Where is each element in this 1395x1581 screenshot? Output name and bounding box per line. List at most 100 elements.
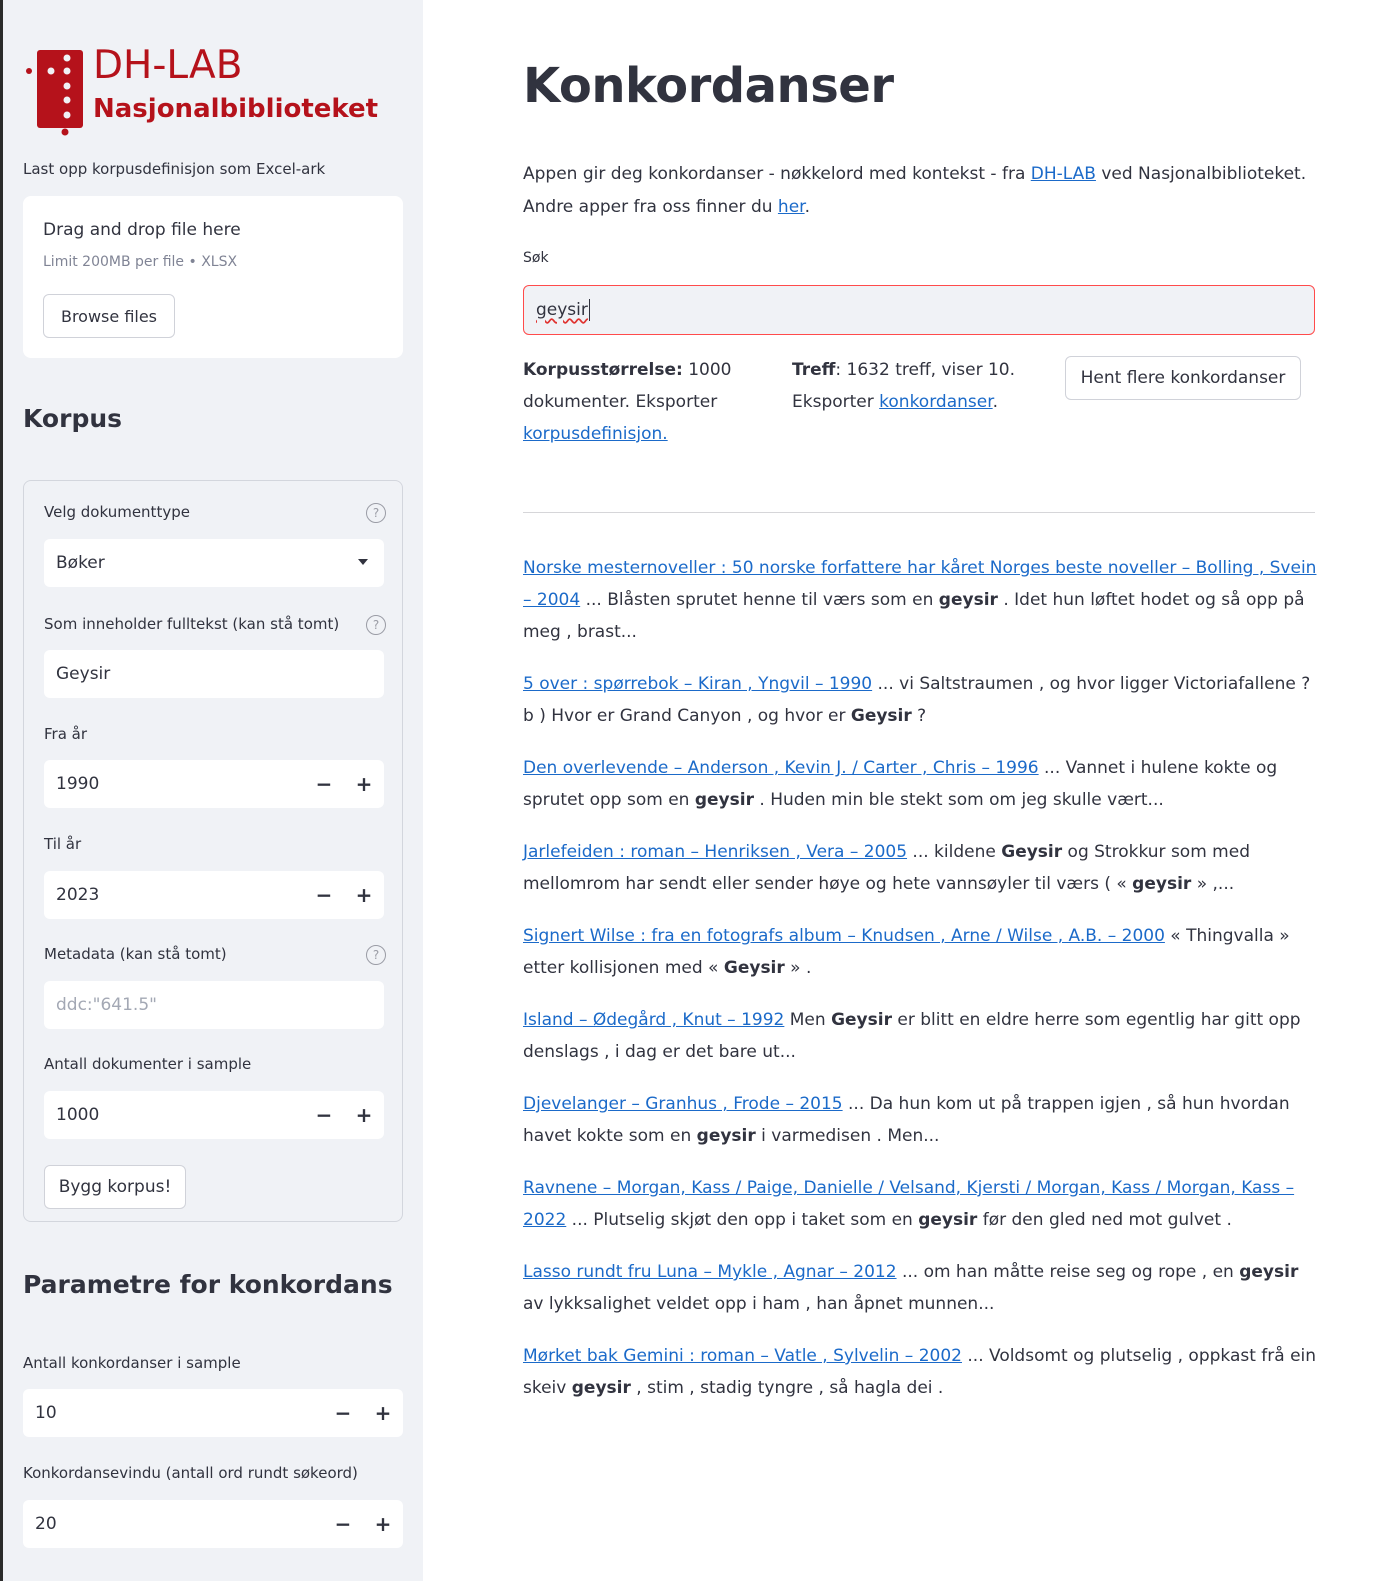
main-content: Konkordanser Appen gir deg konkordanser … (423, 0, 1395, 1581)
list-item: Djevelanger – Granhus , Frode – 2015 ...… (523, 1088, 1323, 1152)
result-post: » ,... (1191, 874, 1235, 894)
uploader-limit: Limit 200MB per file • XLSX (43, 254, 238, 270)
window-value: 20 (35, 1514, 57, 1534)
list-item: Ravnene – Morgan, Kass / Paige, Danielle… (523, 1172, 1323, 1236)
result-link[interactable]: Den overlevende – Anderson , Kevin J. / … (523, 758, 1039, 778)
plus-icon[interactable]: + (363, 1389, 403, 1437)
search-value: geysir (536, 300, 588, 320)
result-link[interactable]: Jarlefeiden : roman – Henriksen , Vera –… (523, 842, 907, 862)
metadata-label: Metadata (kan stå tomt) (44, 945, 227, 963)
search-input[interactable]: geysir (523, 285, 1315, 335)
ndocs-label: Antall dokumenter i sample (44, 1055, 252, 1073)
minus-icon[interactable]: − (323, 1500, 363, 1548)
corpus-size-label: Korpusstørrelse: (523, 360, 683, 380)
result-pre: ... Blåsten sprutet henne til værs som e… (580, 590, 939, 610)
fulltext-value: Geysir (56, 664, 111, 684)
result-post: , stim , stadig tyngre , så hagla dei . (630, 1378, 944, 1398)
intro-pre: Appen gir deg konkordanser - nøkkelord m… (523, 164, 1031, 184)
plus-icon[interactable]: + (344, 871, 384, 919)
korpus-heading: Korpus (23, 404, 123, 433)
minus-icon[interactable]: − (304, 871, 344, 919)
help-icon[interactable]: ? (366, 503, 386, 523)
result-link[interactable]: Island – Ødegård , Knut – 1992 (523, 1010, 784, 1030)
result-post: » . (784, 958, 812, 978)
fetch-more-button[interactable]: Hent flere konkordanser (1065, 356, 1301, 400)
result-keyword: geysir (918, 1210, 978, 1230)
params-heading: Parametre for konkordans (23, 1270, 393, 1299)
list-item: Den overlevende – Anderson , Kevin J. / … (523, 752, 1323, 816)
dh-lab-logo: DH-LAB Nasjonalbiblioteket (23, 44, 393, 136)
text-cursor (588, 299, 590, 321)
result-link[interactable]: Mørket bak Gemini : roman – Vatle , Sylv… (523, 1346, 962, 1366)
file-uploader[interactable]: Drag and drop file here Limit 200MB per … (23, 196, 403, 358)
ndocs-value: 1000 (56, 1105, 100, 1125)
result-post: av lykksalighet veldet opp i ham , han å… (523, 1294, 995, 1314)
korpus-form: Velg dokumenttype ? Bøker Som inneholder… (23, 480, 403, 1222)
nconc-stepper: − + (323, 1389, 403, 1437)
doctype-select[interactable]: Bøker (44, 539, 384, 587)
result-link[interactable]: Signert Wilse : fra en fotografs album –… (523, 926, 1165, 946)
help-icon[interactable]: ? (366, 615, 386, 635)
minus-icon[interactable]: − (304, 760, 344, 808)
result-post: ? (911, 706, 927, 726)
result-keyword: geysir (1132, 874, 1192, 894)
doctype-value: Bøker (56, 553, 105, 573)
hits-stat: Treff: 1632 treff, viser 10. Eksporter k… (792, 354, 1032, 418)
result-keyword: Geysir (850, 706, 912, 726)
plus-icon[interactable]: + (344, 760, 384, 808)
minus-icon[interactable]: − (304, 1091, 344, 1139)
result-keyword: geysir (571, 1378, 631, 1398)
list-item: 5 over : spørrebok – Kiran , Yngvil – 19… (523, 668, 1323, 732)
page-title: Konkordanser (523, 58, 894, 114)
ndocs-input[interactable]: 1000 − + (44, 1091, 384, 1139)
divider (523, 512, 1315, 513)
intro-text: Appen gir deg konkordanser - nøkkelord m… (523, 158, 1323, 224)
build-corpus-button[interactable]: Bygg korpus! (44, 1165, 186, 1209)
result-pre: ... Plutselig skjøt den opp i taket som … (566, 1210, 919, 1230)
list-item: Lasso rundt fru Luna – Mykle , Agnar – 2… (523, 1256, 1323, 1320)
result-pre: ... kildene (907, 842, 1002, 862)
result-keyword: Geysir (831, 1010, 892, 1030)
search-label: Søk (523, 250, 549, 266)
result-link[interactable]: 5 over : spørrebok – Kiran , Yngvil – 19… (523, 674, 872, 694)
window-input[interactable]: 20 − + (23, 1500, 403, 1548)
from-year-stepper: − + (304, 760, 384, 808)
list-item: Signert Wilse : fra en fotografs album –… (523, 920, 1323, 984)
result-keyword: geysir (1239, 1262, 1299, 1282)
intro-end: . (804, 197, 810, 217)
from-year-label: Fra år (44, 725, 88, 743)
export-corpus-link[interactable]: korpusdefinisjon. (523, 424, 668, 444)
ndocs-stepper: − + (304, 1091, 384, 1139)
metadata-input[interactable]: ddc:"641.5" (44, 981, 384, 1029)
from-year-input[interactable]: 1990 − + (44, 760, 384, 808)
fulltext-label: Som inneholder fulltekst (kan stå tomt) (44, 615, 340, 633)
help-icon[interactable]: ? (366, 945, 386, 965)
result-post: før den gled ned mot gulvet . (977, 1210, 1232, 1230)
corpus-size-stat: Korpusstørrelse: 1000 dokumenter. Ekspor… (523, 354, 753, 450)
browse-files-button[interactable]: Browse files (43, 294, 175, 338)
plus-icon[interactable]: + (363, 1500, 403, 1548)
result-keyword: Geysir (1001, 842, 1063, 862)
window-label: Konkordansevindu (antall ord rundt søkeo… (23, 1464, 358, 1482)
nconc-value: 10 (35, 1403, 57, 1423)
window-stepper: − + (323, 1500, 403, 1548)
to-year-input[interactable]: 2023 − + (44, 871, 384, 919)
result-link[interactable]: Lasso rundt fru Luna – Mykle , Agnar – 2… (523, 1262, 897, 1282)
other-apps-link[interactable]: her (778, 197, 805, 217)
fulltext-input[interactable]: Geysir (44, 650, 384, 698)
logo-text-dhlab: DH-LAB (93, 43, 243, 88)
dh-lab-link[interactable]: DH-LAB (1031, 164, 1096, 184)
results-list: Norske mesternoveller : 50 norske forfat… (523, 552, 1323, 1424)
from-year-value: 1990 (56, 774, 100, 794)
nconc-input[interactable]: 10 − + (23, 1389, 403, 1437)
result-keyword: geysir (696, 1126, 756, 1146)
result-keyword: geysir (694, 790, 754, 810)
plus-icon[interactable]: + (344, 1091, 384, 1139)
list-item: Island – Ødegård , Knut – 1992 Men Geysi… (523, 1004, 1323, 1068)
list-item: Mørket bak Gemini : roman – Vatle , Sylv… (523, 1340, 1323, 1404)
export-concordance-link[interactable]: konkordanser (879, 392, 992, 412)
minus-icon[interactable]: − (323, 1389, 363, 1437)
logo-mark-icon (26, 50, 83, 136)
upload-label: Last opp korpusdefinisjon som Excel-ark (23, 160, 326, 178)
result-link[interactable]: Djevelanger – Granhus , Frode – 2015 (523, 1094, 843, 1114)
